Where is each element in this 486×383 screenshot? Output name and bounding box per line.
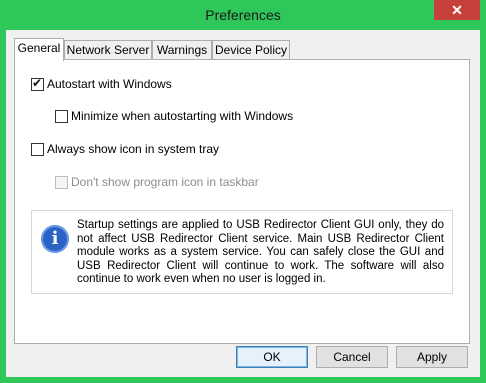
info-box: i Startup settings are applied to USB Re…	[31, 210, 453, 294]
hide-taskbar-checkbox	[55, 176, 68, 189]
minimize-checkbox[interactable]	[55, 110, 68, 123]
close-button[interactable]: ✕	[434, 0, 480, 20]
tab-general[interactable]: General	[14, 38, 64, 61]
tray-icon-checkbox[interactable]	[31, 143, 44, 156]
tab-device-policy[interactable]: Device Policy	[212, 40, 290, 59]
preferences-window: Preferences ✕ General Network Server War…	[0, 0, 486, 383]
general-tab-panel: ✔ Autostart with Windows Minimize when a…	[14, 59, 470, 344]
tab-network-server[interactable]: Network Server	[64, 40, 152, 59]
autostart-label: Autostart with Windows	[47, 77, 172, 91]
title-bar[interactable]: Preferences ✕	[0, 0, 486, 30]
close-icon: ✕	[451, 2, 463, 18]
window-title: Preferences	[205, 7, 281, 23]
autostart-checkbox[interactable]: ✔	[31, 76, 44, 91]
minimize-label: Minimize when autostarting with Windows	[71, 109, 294, 123]
hide-taskbar-label: Don't show program icon in taskbar	[71, 175, 259, 189]
apply-button[interactable]: Apply	[396, 346, 468, 368]
cancel-button[interactable]: Cancel	[316, 346, 388, 368]
info-icon: i	[41, 225, 69, 253]
dialog-client-area: General Network Server Warnings Device P…	[6, 30, 480, 377]
checkmark-icon: ✔	[32, 76, 43, 90]
ok-button[interactable]: OK	[236, 346, 308, 368]
info-text: Startup settings are applied to USB Redi…	[77, 219, 444, 286]
tab-warnings[interactable]: Warnings	[152, 40, 212, 59]
tray-icon-label: Always show icon in system tray	[47, 142, 220, 156]
